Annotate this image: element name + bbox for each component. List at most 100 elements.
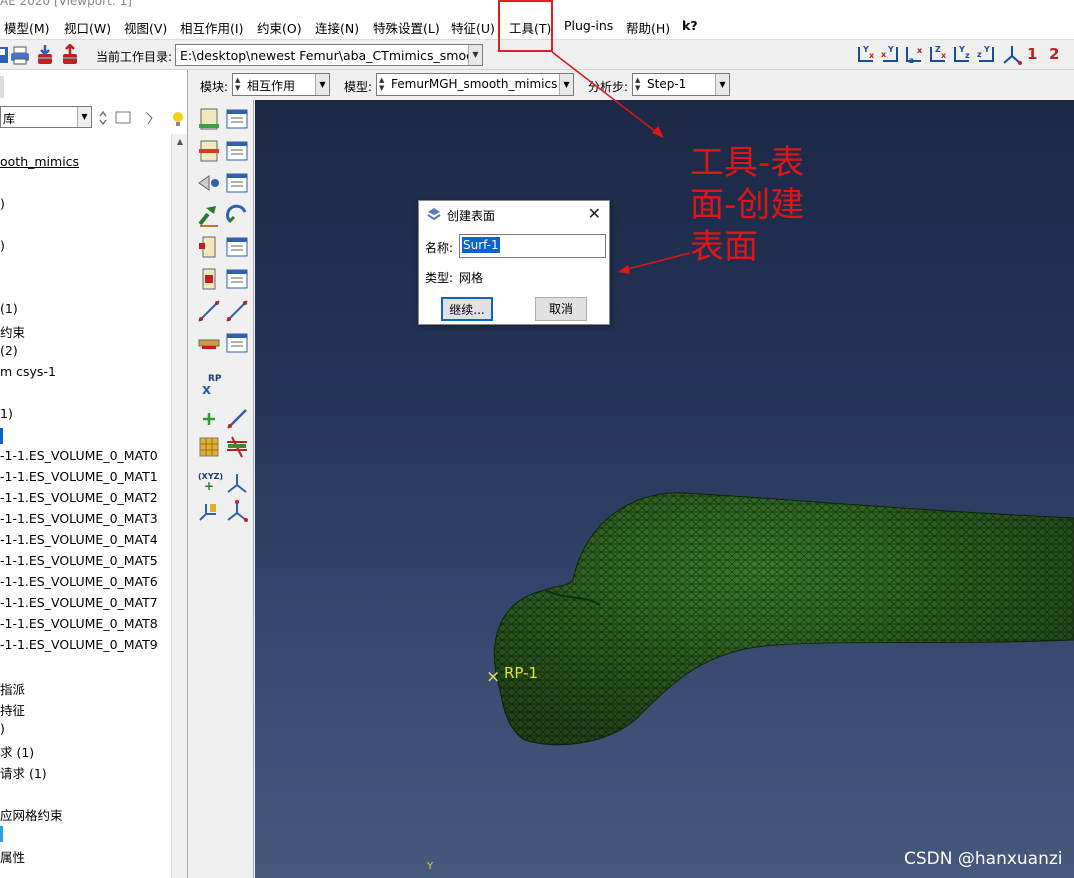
tree-item[interactable]: )	[0, 238, 5, 253]
close-icon[interactable]: ✕	[588, 204, 601, 223]
reference-point-icon[interactable]: RP x	[200, 372, 226, 398]
spin-icon[interactable]: ▲ ▼	[379, 76, 384, 92]
model-select[interactable]: ▲ ▼ FemurMGH_smooth_mimics ▼	[376, 73, 574, 96]
fastener-manager-icon[interactable]	[224, 330, 250, 356]
create-datum-point-icon[interactable]	[196, 406, 222, 432]
context-help-icon[interactable]: k?	[682, 18, 698, 33]
continue-button[interactable]: 继续...	[441, 297, 493, 321]
tree-item-set[interactable]: -1-1.ES_VOLUME_0_MAT7	[0, 595, 158, 610]
menu-interaction[interactable]: 相互作用(I)	[180, 18, 243, 37]
tree-item[interactable]: (2)	[0, 343, 18, 358]
view-zx-icon[interactable]: zx	[903, 43, 925, 67]
wire-manager-icon[interactable]	[224, 234, 250, 260]
spin-icon[interactable]: ▲ ▼	[235, 76, 240, 92]
workdir-field[interactable]: E:\desktop\newest Femur\aba_CTmimics_smo…	[175, 44, 483, 66]
chevron-down-icon[interactable]: ▼	[77, 107, 91, 127]
menu-view[interactable]: 视图(V)	[124, 18, 167, 37]
chevron-down-icon[interactable]: ▼	[559, 74, 573, 95]
tree-item-set[interactable]: -1-1.ES_VOLUME_0_MAT3	[0, 511, 158, 526]
create-connector-icon[interactable]	[196, 202, 222, 228]
tree-item[interactable]: 持征	[0, 700, 25, 719]
tree-item[interactable]: 求 (1)	[0, 742, 34, 761]
tree-item[interactable]: m csys-1	[0, 364, 56, 379]
tree-item-set[interactable]: -1-1.ES_VOLUME_0_MAT1	[0, 469, 158, 484]
view-yx-icon[interactable]: Yx	[855, 43, 877, 67]
view-1-button[interactable]: 1	[1027, 45, 1049, 69]
spin-icon[interactable]: ▲ ▼	[635, 76, 640, 92]
menu-special[interactable]: 特殊设置(L)	[373, 18, 440, 37]
menu-help[interactable]: 帮助(H)	[626, 18, 670, 37]
tree-item[interactable]: 约束	[0, 322, 25, 341]
create-section-icon[interactable]	[196, 266, 222, 292]
partition-icon[interactable]	[224, 434, 250, 460]
database-down-icon[interactable]	[35, 44, 55, 66]
csys-axes-icon[interactable]	[224, 470, 250, 496]
svg-text:Y: Y	[887, 45, 894, 54]
tree-scrollbar[interactable]: ▲	[171, 134, 187, 878]
create-datum-plane-icon[interactable]	[196, 434, 222, 460]
tree-item[interactable]: 属性	[0, 847, 25, 866]
chevron-down-icon[interactable]: ▼	[315, 74, 329, 95]
view-2-button[interactable]: 2	[1049, 45, 1071, 69]
view-xz-icon[interactable]: Zx	[927, 43, 949, 67]
create-datum-axis-icon[interactable]	[224, 406, 250, 432]
tree-item[interactable]: 指派	[0, 679, 25, 698]
create-interaction-icon[interactable]	[196, 106, 222, 132]
menu-viewport[interactable]: 视口(W)	[64, 18, 111, 37]
view-yz-icon[interactable]: Yz	[951, 43, 973, 67]
create-dashpot-icon[interactable]	[224, 298, 250, 324]
interaction-manager-icon[interactable]	[224, 106, 250, 132]
rp-label: RP-1	[504, 664, 539, 682]
viewport-canvas[interactable]: × RP-1 Y	[255, 100, 1074, 878]
tree-item[interactable]: 请求 (1)	[0, 763, 47, 782]
tree-item[interactable]: (1)	[0, 301, 18, 316]
tree-item[interactable]: )	[0, 721, 5, 736]
create-spring-icon[interactable]	[196, 298, 222, 324]
create-property-icon[interactable]	[196, 138, 222, 164]
tree-tool-icons[interactable]	[96, 108, 188, 128]
menu-plugins[interactable]: Plug-ins	[564, 18, 613, 33]
menu-feature[interactable]: 特征(U)	[451, 18, 495, 37]
tree-item-set[interactable]: -1-1.ES_VOLUME_0_MAT2	[0, 490, 158, 505]
csys-spherical-icon[interactable]	[224, 498, 250, 524]
chevron-down-icon[interactable]: ▼	[468, 45, 482, 65]
tree-item-model[interactable]: ooth_mimics	[0, 154, 79, 169]
tree-item[interactable]: 1)	[0, 406, 13, 421]
module-select[interactable]: ▲ ▼ 相互作用 ▼	[232, 73, 330, 96]
create-wire-icon[interactable]	[196, 234, 222, 260]
print-icon[interactable]	[10, 44, 30, 66]
panel-tab[interactable]	[0, 76, 4, 98]
create-datum-csys-icon[interactable]: (XYZ) +	[196, 470, 223, 496]
create-constraint-icon[interactable]	[196, 170, 222, 196]
cancel-button[interactable]: 取消	[535, 297, 587, 321]
view-iso-icon[interactable]	[1001, 43, 1023, 67]
tree-item-set[interactable]: -1-1.ES_VOLUME_0_MAT4	[0, 532, 158, 547]
reference-point-marker[interactable]: ×	[486, 667, 500, 687]
tree-item-set[interactable]: -1-1.ES_VOLUME_0_MAT9	[0, 637, 158, 652]
section-manager-icon[interactable]	[224, 266, 250, 292]
csys-cylindrical-icon[interactable]	[196, 498, 222, 524]
create-fastener-icon[interactable]	[196, 330, 222, 356]
view-xy-icon[interactable]: xY	[879, 43, 901, 67]
connector-manager-icon[interactable]	[224, 202, 250, 228]
property-manager-icon[interactable]	[224, 138, 250, 164]
menu-connector[interactable]: 连接(N)	[315, 18, 359, 37]
tree-filter-select[interactable]: 库 ▼	[0, 106, 92, 128]
tree-item-set[interactable]: -1-1.ES_VOLUME_0_MAT5	[0, 553, 158, 568]
scroll-up-icon[interactable]: ▲	[172, 134, 188, 150]
tree-item-set[interactable]: -1-1.ES_VOLUME_0_MAT8	[0, 616, 158, 631]
constraint-manager-icon[interactable]	[224, 170, 250, 196]
menu-constraint[interactable]: 约束(O)	[257, 18, 302, 37]
tree-item-set[interactable]: -1-1.ES_VOLUME_0_MAT6	[0, 574, 158, 589]
view-zy-icon[interactable]: zY	[975, 43, 997, 67]
tree-filter-value: 库	[3, 112, 16, 126]
chevron-down-icon[interactable]: ▼	[715, 74, 729, 95]
tree-item[interactable]: 应网格约束	[0, 805, 63, 824]
tree-item-set[interactable]: -1-1.ES_VOLUME_0_MAT0	[0, 448, 158, 463]
step-select[interactable]: ▲ ▼ Step-1 ▼	[632, 73, 730, 96]
database-up-icon[interactable]	[60, 44, 80, 66]
tools-menu-highlight	[498, 0, 553, 52]
tree-item[interactable]: )	[0, 196, 5, 211]
menu-model[interactable]: 模型(M)	[4, 18, 50, 37]
surface-name-input[interactable]: Surf-1	[459, 234, 606, 258]
